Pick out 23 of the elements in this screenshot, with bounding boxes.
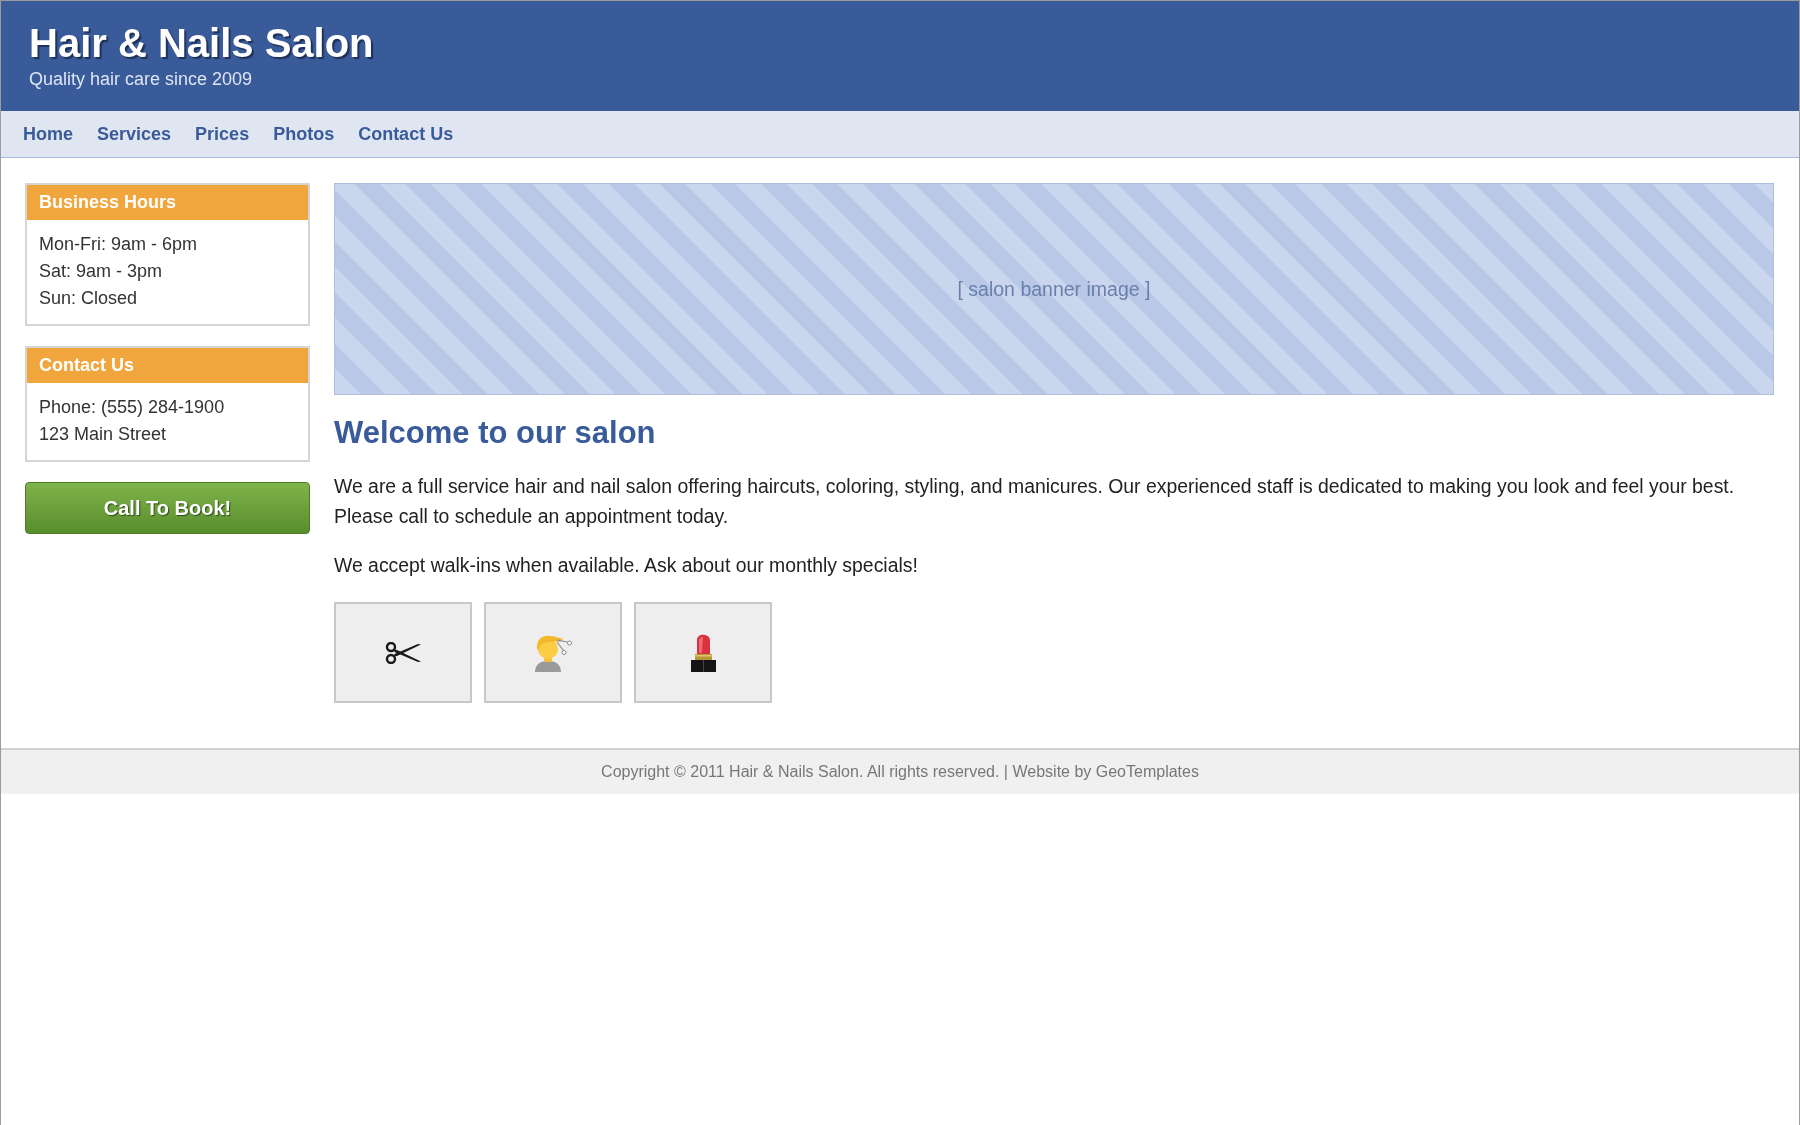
nav-link[interactable]: Contact Us bbox=[358, 122, 454, 146]
book-button[interactable]: Call To Book! bbox=[25, 482, 310, 534]
nav-link[interactable]: Home bbox=[23, 122, 73, 146]
banner-caption: [ salon banner image ] bbox=[957, 277, 1151, 301]
panel-heading: Contact Us bbox=[27, 348, 308, 383]
lipstick-icon bbox=[689, 633, 717, 672]
intro-paragraph: We accept walk-ins when available. Ask about our monthly specials! bbox=[334, 553, 919, 578]
panel-text: 123 Main Street bbox=[39, 423, 168, 446]
scissors-icon bbox=[385, 641, 421, 664]
copyright-text: Copyright © 2011 Hair & Nails Salon. All rights reserved. | Website by GeoTemplates bbox=[601, 763, 1199, 780]
panel-heading: Business Hours bbox=[27, 185, 308, 220]
panel-text: Phone: (555) 284-1900 bbox=[39, 396, 226, 419]
nav-link[interactable]: Photos bbox=[273, 122, 335, 146]
panel-text: Mon-Fri: 9am - 6pm bbox=[39, 233, 199, 256]
site-title: Hair & Nails Salon bbox=[29, 20, 374, 66]
site-tagline: Quality hair care since 2009 bbox=[29, 68, 254, 90]
panel-text: Sat: 9am - 3pm bbox=[39, 260, 164, 283]
welcome-heading: Welcome to our salon bbox=[334, 415, 657, 451]
nav-link[interactable]: Services bbox=[97, 122, 172, 146]
person-haircut-icon bbox=[533, 633, 573, 672]
intro-paragraph: We are a full service hair and nail salon offering haircuts, coloring, styling, and manicures. Our experienced staff is dedicated to making you look and feel your best. Please call to schedule an appointment today. bbox=[334, 474, 1736, 529]
nav-link[interactable]: Prices bbox=[195, 122, 250, 146]
panel-text: Sun: Closed bbox=[39, 287, 139, 310]
